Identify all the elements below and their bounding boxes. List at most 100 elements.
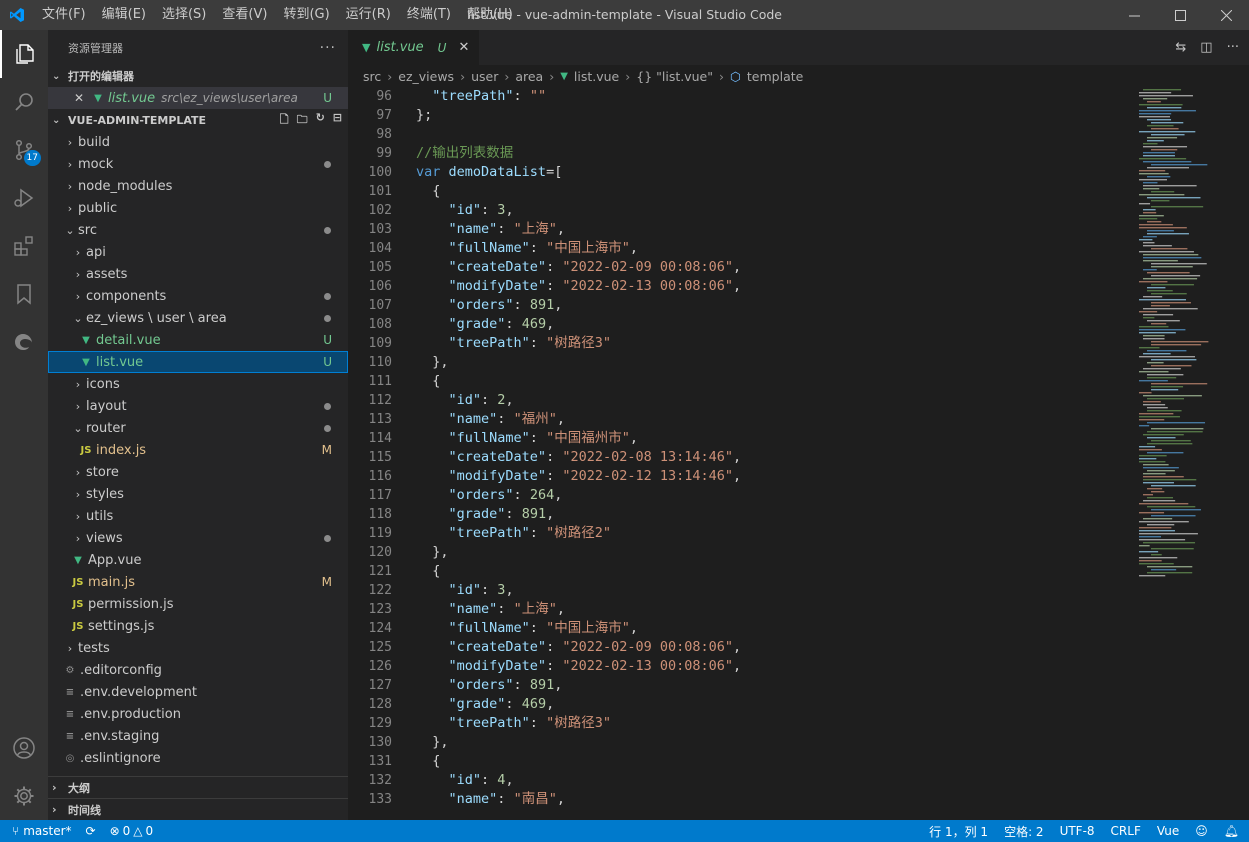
extensions-icon[interactable] (0, 222, 48, 270)
menu-edit[interactable]: 编辑(E) (94, 0, 154, 30)
source-control-icon[interactable]: 17 (0, 126, 48, 174)
split-editor-icon[interactable]: ◫ (1200, 40, 1212, 55)
breadcrumb-item[interactable]: src (363, 69, 381, 84)
menu-terminal[interactable]: 终端(T) (399, 0, 459, 30)
open-changes-icon[interactable]: ⇆ (1175, 40, 1186, 55)
new-folder-icon[interactable]: 🗀 (297, 111, 308, 130)
breadcrumb-item[interactable]: list.vue (574, 69, 619, 84)
tree-file-detail-vue[interactable]: ▼ detail.vue U (48, 329, 348, 351)
tree-file-editorconfig[interactable]: ⚙ .editorconfig (48, 659, 348, 681)
tree-folder-mock[interactable]: › mock (48, 153, 348, 175)
menu-file[interactable]: 文件(F) (34, 0, 94, 30)
tree-folder-store[interactable]: › store (48, 461, 348, 483)
account-icon[interactable] (0, 724, 48, 772)
tree-file-settings-js[interactable]: JS settings.js (48, 615, 348, 637)
line-content: "id": 3, (448, 202, 514, 218)
settings-gear-icon[interactable] (0, 772, 48, 820)
line-content: "orders": 891, (448, 677, 563, 693)
sync-icon[interactable]: ⟳ (86, 824, 96, 838)
timeline-section-header[interactable]: › 时间线 (48, 798, 348, 820)
breadcrumb-item[interactable]: ez_views (398, 69, 454, 84)
minimap-line (1139, 113, 1172, 115)
tree-folder-src[interactable]: ⌄ src (48, 219, 348, 241)
minimap-line (1143, 338, 1165, 340)
refresh-icon[interactable]: ↻ (316, 111, 325, 130)
explorer-icon[interactable] (0, 30, 48, 78)
bookmark-icon[interactable] (0, 270, 48, 318)
tree-folder-assets[interactable]: › assets (48, 263, 348, 285)
tree-file-app-vue[interactable]: ▼ App.vue (48, 549, 348, 571)
code-view[interactable]: 96 "treePath": "" 97}; 98 99//输出列表数据 100 var … (348, 87, 1133, 820)
run-debug-icon[interactable] (0, 174, 48, 222)
tree-file-eslintignore[interactable]: ◎ .eslintignore (48, 747, 348, 769)
tree-folder-public[interactable]: › public (48, 197, 348, 219)
tree-folder-layout[interactable]: › layout (48, 395, 348, 417)
indentation[interactable]: 空格: 2 (1004, 823, 1044, 840)
tree-file-permission-js[interactable]: JS permission.js (48, 593, 348, 615)
minimap-line (1139, 416, 1180, 418)
tree-file-env-development[interactable]: ≡ .env.development (48, 681, 348, 703)
open-editor-item[interactable]: ✕ ▼ list.vue src\ez_views\user\area U (48, 87, 348, 109)
language-mode[interactable]: Vue (1157, 824, 1179, 838)
code-line: 117 "orders": 264, (348, 486, 1133, 505)
tree-file-env-staging[interactable]: ≡ .env.staging (48, 725, 348, 747)
tree-folder-utils[interactable]: › utils (48, 505, 348, 527)
outline-section-header[interactable]: › 大纲 (48, 776, 348, 798)
search-icon[interactable] (0, 78, 48, 126)
line-number: 106 (368, 279, 392, 294)
minimize-button[interactable] (1111, 0, 1157, 30)
tree-folder-router[interactable]: ⌄ router (48, 417, 348, 439)
minimap-line (1143, 476, 1184, 478)
code-line: 132 "id": 4, (348, 771, 1133, 790)
line-content: "id": 3, (448, 582, 514, 598)
encoding[interactable]: UTF-8 (1060, 824, 1095, 838)
close-icon[interactable]: ✕ (458, 40, 469, 55)
minimap-line (1143, 401, 1161, 403)
open-editors-header[interactable]: ⌄ 打开的编辑器 (48, 65, 348, 87)
edge-devtools-icon[interactable] (0, 318, 48, 366)
tree-folder-styles[interactable]: › styles (48, 483, 348, 505)
tree-folder-icons[interactable]: › icons (48, 373, 348, 395)
tree-folder-ez-views[interactable]: ⌄ ez_views \ user \ area (48, 307, 348, 329)
git-branch[interactable]: ⑂ master* (12, 824, 72, 838)
cursor-position[interactable]: 行 1，列 1 (929, 823, 988, 840)
tree-label: .env.development (80, 684, 197, 700)
maximize-button[interactable] (1157, 0, 1203, 30)
problems-indicator[interactable]: ⊗ 0 △ 0 (110, 824, 154, 838)
tab-list-vue[interactable]: ▼ list.vue U ✕ (348, 30, 480, 65)
minimap[interactable] (1133, 87, 1249, 820)
tree-folder-views[interactable]: › views (48, 527, 348, 549)
tree-folder-api[interactable]: › api (48, 241, 348, 263)
line-content: "name": "上海", (448, 601, 565, 617)
tree-folder-components[interactable]: › components (48, 285, 348, 307)
breadcrumb-item[interactable]: template (747, 69, 803, 84)
line-ending[interactable]: CRLF (1111, 824, 1141, 838)
tree-folder-tests[interactable]: › tests (48, 637, 348, 659)
tree-file-index-js[interactable]: JS index.js M (48, 439, 348, 461)
tree-file-list-vue[interactable]: ▼ list.vue U (48, 351, 348, 373)
tree-file-env-production[interactable]: ≡ .env.production (48, 703, 348, 725)
menu-run[interactable]: 运行(R) (338, 0, 399, 30)
breadcrumb-item[interactable]: {} "list.vue" (636, 69, 713, 84)
notifications-bell-icon[interactable]: 🔔︎ (1224, 824, 1239, 838)
minimap-line (1139, 173, 1169, 175)
minimap-line (1139, 413, 1174, 415)
feedback-icon[interactable]: ☺ (1195, 824, 1208, 838)
tree-folder-build[interactable]: › build (48, 131, 348, 153)
menu-go[interactable]: 转到(G) (275, 0, 337, 30)
close-icon[interactable]: ✕ (74, 91, 90, 105)
collapse-all-icon[interactable]: ⊟ (333, 111, 342, 130)
title-bar: 文件(F) 编辑(E) 选择(S) 查看(V) 转到(G) 运行(R) 终端(T… (0, 0, 1249, 30)
project-header[interactable]: ⌄ VUE-ADMIN-TEMPLATE 🗋 🗀 ↻ ⊟ (48, 109, 348, 131)
more-actions-icon[interactable]: ··· (1227, 40, 1239, 55)
more-actions-icon[interactable]: ··· (320, 40, 336, 56)
close-window-button[interactable] (1203, 0, 1249, 30)
menu-help[interactable]: 帮助(H) (459, 0, 521, 30)
new-file-icon[interactable]: 🗋 (280, 111, 289, 130)
breadcrumb-item[interactable]: area (515, 69, 543, 84)
breadcrumb-item[interactable]: user (471, 69, 498, 84)
tree-folder-node-modules[interactable]: › node_modules (48, 175, 348, 197)
menu-view[interactable]: 查看(V) (214, 0, 275, 30)
menu-selection[interactable]: 选择(S) (154, 0, 214, 30)
tree-file-main-js[interactable]: JS main.js M (48, 571, 348, 593)
